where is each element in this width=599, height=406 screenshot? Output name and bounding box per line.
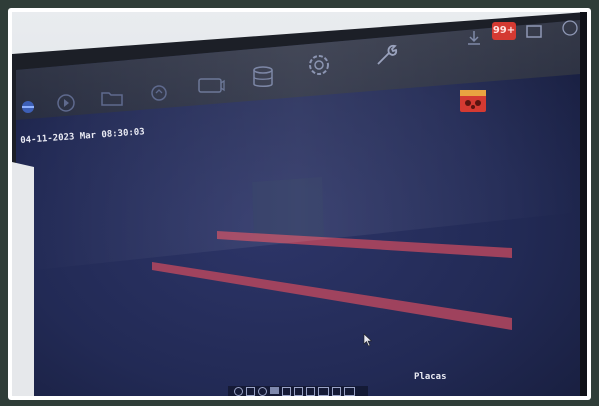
- monitor-status-icon[interactable]: [524, 22, 544, 42]
- record-icon[interactable]: [458, 86, 488, 116]
- power-icon[interactable]: [560, 18, 580, 38]
- camera-icon[interactable]: [196, 74, 226, 96]
- toolbar-btn-3-icon[interactable]: [258, 387, 267, 396]
- maintenance-wrench-icon[interactable]: [372, 42, 400, 70]
- toolbar-btn-6-icon[interactable]: [294, 387, 303, 396]
- toolbar-btn-10-icon[interactable]: [344, 387, 355, 396]
- monitor-photo: 99+ 04-11-2023 Mar 08:30:03 Placas: [12, 12, 587, 396]
- toolbar-btn-9-icon[interactable]: [332, 387, 341, 396]
- notification-count: 99+: [492, 25, 516, 36]
- monitor-display: [12, 12, 587, 396]
- download-icon[interactable]: [464, 28, 484, 48]
- folder-icon[interactable]: [100, 88, 124, 108]
- toolbar-btn-5-icon[interactable]: [282, 387, 291, 396]
- toolbar-btn-7-icon[interactable]: [306, 387, 315, 396]
- smart-search-icon[interactable]: [148, 82, 172, 104]
- alarm-badge-icon[interactable]: 99+: [492, 22, 516, 40]
- playback-icon[interactable]: [54, 92, 78, 114]
- camera-name-label: Placas: [414, 372, 447, 382]
- toolbar-btn-2-icon[interactable]: [246, 387, 255, 396]
- mouse-cursor: [363, 333, 373, 347]
- storage-icon[interactable]: [250, 64, 276, 90]
- settings-icon[interactable]: [304, 50, 334, 80]
- live-view-icon[interactable]: [18, 98, 40, 116]
- photo-frame: 99+ 04-11-2023 Mar 08:30:03 Placas: [8, 8, 591, 400]
- toolbar-btn-4-icon[interactable]: [270, 387, 279, 394]
- bottom-toolbar: [234, 387, 364, 396]
- toolbar-btn-1-icon[interactable]: [234, 387, 243, 396]
- toolbar-btn-8-icon[interactable]: [318, 387, 329, 396]
- camera-name-text: Placas: [414, 372, 447, 382]
